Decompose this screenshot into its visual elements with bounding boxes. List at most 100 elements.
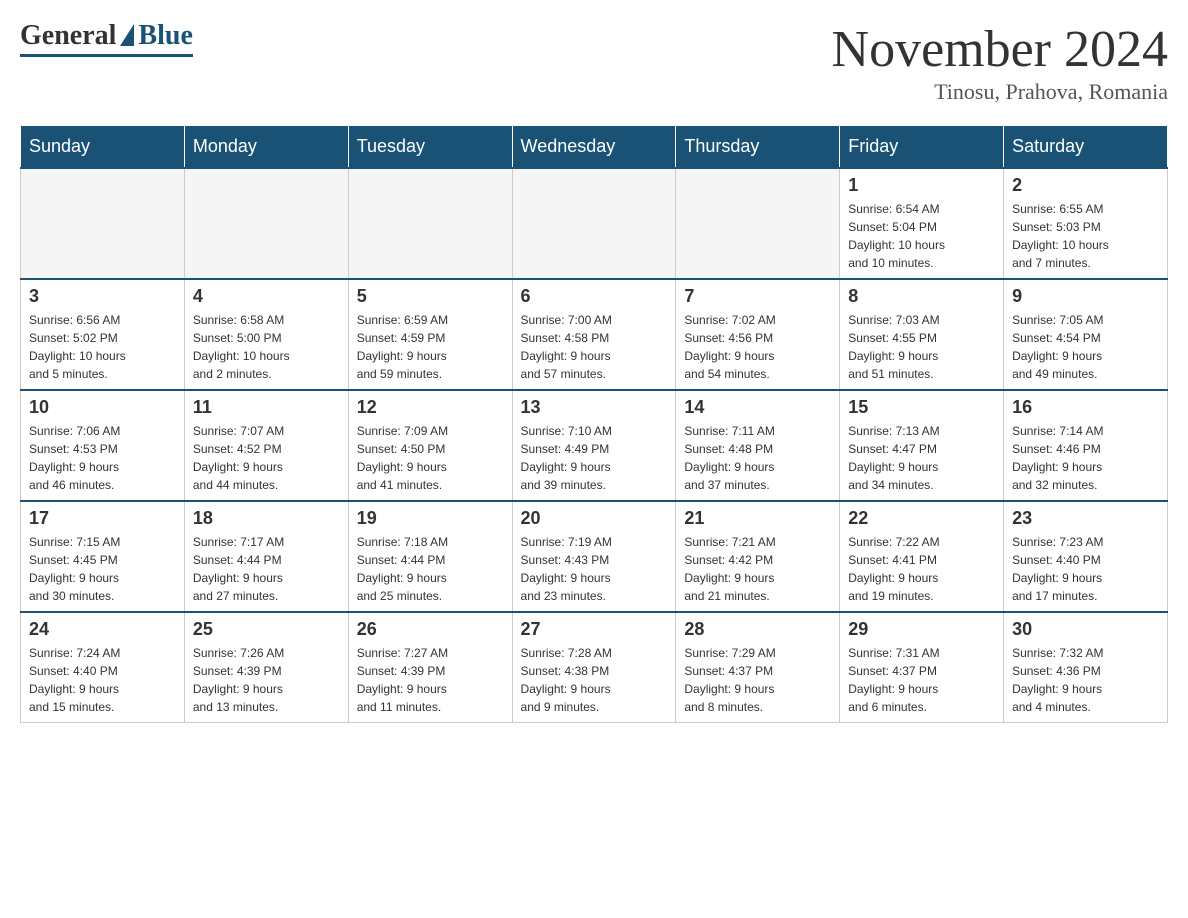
calendar-day-cell: 30 Sunrise: 7:32 AMSunset: 4:36 PMDayligh… bbox=[1004, 612, 1168, 723]
day-number: 1 bbox=[848, 175, 995, 196]
calendar-week-row: 10 Sunrise: 7:06 AMSunset: 4:53 PMDayligh… bbox=[21, 390, 1168, 501]
calendar-day-cell: 11 Sunrise: 7:07 AMSunset: 4:52 PMDayligh… bbox=[184, 390, 348, 501]
day-info: Sunrise: 6:56 AMSunset: 5:02 PMDaylight:… bbox=[29, 311, 176, 383]
day-number: 30 bbox=[1012, 619, 1159, 640]
day-info: Sunrise: 7:13 AMSunset: 4:47 PMDaylight:… bbox=[848, 422, 995, 494]
calendar-day-cell: 28 Sunrise: 7:29 AMSunset: 4:37 PMDayligh… bbox=[676, 612, 840, 723]
calendar-day-cell: 20Sunrise: 7:19 AMSunset: 4:43 PMDayligh… bbox=[512, 501, 676, 612]
day-number: 13 bbox=[521, 397, 668, 418]
calendar-day-cell: 16Sunrise: 7:14 AMSunset: 4:46 PMDayligh… bbox=[1004, 390, 1168, 501]
calendar-day-cell: 6 Sunrise: 7:00 AMSunset: 4:58 PMDaylight… bbox=[512, 279, 676, 390]
day-number: 11 bbox=[193, 397, 340, 418]
day-info: Sunrise: 6:58 AMSunset: 5:00 PMDaylight:… bbox=[193, 311, 340, 383]
day-info: Sunrise: 7:19 AMSunset: 4:43 PMDaylight:… bbox=[521, 533, 668, 605]
calendar-day-cell bbox=[676, 168, 840, 279]
calendar-day-cell: 4 Sunrise: 6:58 AMSunset: 5:00 PMDaylight… bbox=[184, 279, 348, 390]
day-info: Sunrise: 7:24 AMSunset: 4:40 PMDaylight:… bbox=[29, 644, 176, 716]
day-number: 9 bbox=[1012, 286, 1159, 307]
day-info: Sunrise: 7:06 AMSunset: 4:53 PMDaylight:… bbox=[29, 422, 176, 494]
day-number: 8 bbox=[848, 286, 995, 307]
day-number: 5 bbox=[357, 286, 504, 307]
calendar-day-cell: 1 Sunrise: 6:54 AMSunset: 5:04 PMDaylight… bbox=[840, 168, 1004, 279]
day-number: 25 bbox=[193, 619, 340, 640]
day-info: Sunrise: 7:29 AMSunset: 4:37 PMDaylight:… bbox=[684, 644, 831, 716]
calendar-day-cell: 8 Sunrise: 7:03 AMSunset: 4:55 PMDaylight… bbox=[840, 279, 1004, 390]
day-of-week-header: Sunday bbox=[21, 126, 185, 169]
day-info: Sunrise: 7:26 AMSunset: 4:39 PMDaylight:… bbox=[193, 644, 340, 716]
calendar-day-cell: 19Sunrise: 7:18 AMSunset: 4:44 PMDayligh… bbox=[348, 501, 512, 612]
day-info: Sunrise: 7:32 AMSunset: 4:36 PMDaylight:… bbox=[1012, 644, 1159, 716]
day-number: 26 bbox=[357, 619, 504, 640]
day-number: 29 bbox=[848, 619, 995, 640]
calendar-day-cell: 29 Sunrise: 7:31 AMSunset: 4:37 PMDayligh… bbox=[840, 612, 1004, 723]
day-info: Sunrise: 7:27 AMSunset: 4:39 PMDaylight:… bbox=[357, 644, 504, 716]
day-number: 23 bbox=[1012, 508, 1159, 529]
day-of-week-header: Friday bbox=[840, 126, 1004, 169]
calendar-day-cell: 3 Sunrise: 6:56 AMSunset: 5:02 PMDaylight… bbox=[21, 279, 185, 390]
day-info: Sunrise: 7:02 AMSunset: 4:56 PMDaylight:… bbox=[684, 311, 831, 383]
calendar-week-row: 24Sunrise: 7:24 AMSunset: 4:40 PMDayligh… bbox=[21, 612, 1168, 723]
day-info: Sunrise: 7:10 AMSunset: 4:49 PMDaylight:… bbox=[521, 422, 668, 494]
logo-general-text: General bbox=[20, 20, 116, 52]
calendar-day-cell: 23 Sunrise: 7:23 AMSunset: 4:40 PMDayligh… bbox=[1004, 501, 1168, 612]
day-info: Sunrise: 7:31 AMSunset: 4:37 PMDaylight:… bbox=[848, 644, 995, 716]
day-info: Sunrise: 7:28 AMSunset: 4:38 PMDaylight:… bbox=[521, 644, 668, 716]
calendar-week-row: 17Sunrise: 7:15 AMSunset: 4:45 PMDayligh… bbox=[21, 501, 1168, 612]
day-info: Sunrise: 7:07 AMSunset: 4:52 PMDaylight:… bbox=[193, 422, 340, 494]
day-info: Sunrise: 6:54 AMSunset: 5:04 PMDaylight:… bbox=[848, 200, 995, 272]
calendar-day-cell bbox=[348, 168, 512, 279]
day-number: 12 bbox=[357, 397, 504, 418]
day-of-week-header: Wednesday bbox=[512, 126, 676, 169]
day-number: 14 bbox=[684, 397, 831, 418]
calendar-week-row: 3 Sunrise: 6:56 AMSunset: 5:02 PMDaylight… bbox=[21, 279, 1168, 390]
day-info: Sunrise: 6:55 AMSunset: 5:03 PMDaylight:… bbox=[1012, 200, 1159, 272]
calendar-day-cell: 12 Sunrise: 7:09 AMSunset: 4:50 PMDayligh… bbox=[348, 390, 512, 501]
logo-underline bbox=[20, 54, 193, 57]
calendar-day-cell bbox=[184, 168, 348, 279]
calendar-header-row: SundayMondayTuesdayWednesdayThursdayFrid… bbox=[21, 126, 1168, 169]
calendar-day-cell: 22Sunrise: 7:22 AMSunset: 4:41 PMDayligh… bbox=[840, 501, 1004, 612]
day-info: Sunrise: 7:00 AMSunset: 4:58 PMDaylight:… bbox=[521, 311, 668, 383]
calendar-day-cell: 24Sunrise: 7:24 AMSunset: 4:40 PMDayligh… bbox=[21, 612, 185, 723]
day-number: 4 bbox=[193, 286, 340, 307]
day-number: 28 bbox=[684, 619, 831, 640]
calendar-day-cell: 5 Sunrise: 6:59 AMSunset: 4:59 PMDaylight… bbox=[348, 279, 512, 390]
calendar-day-cell: 26 Sunrise: 7:27 AMSunset: 4:39 PMDayligh… bbox=[348, 612, 512, 723]
day-number: 6 bbox=[521, 286, 668, 307]
day-info: Sunrise: 7:17 AMSunset: 4:44 PMDaylight:… bbox=[193, 533, 340, 605]
logo: General Blue bbox=[20, 20, 193, 57]
calendar-day-cell bbox=[21, 168, 185, 279]
day-info: Sunrise: 7:09 AMSunset: 4:50 PMDaylight:… bbox=[357, 422, 504, 494]
title-section: November 2024 Tinosu, Prahova, Romania bbox=[832, 20, 1168, 105]
day-number: 19 bbox=[357, 508, 504, 529]
day-info: Sunrise: 7:21 AMSunset: 4:42 PMDaylight:… bbox=[684, 533, 831, 605]
calendar-day-cell: 18Sunrise: 7:17 AMSunset: 4:44 PMDayligh… bbox=[184, 501, 348, 612]
day-number: 3 bbox=[29, 286, 176, 307]
calendar-day-cell: 2 Sunrise: 6:55 AMSunset: 5:03 PMDaylight… bbox=[1004, 168, 1168, 279]
day-info: Sunrise: 7:23 AMSunset: 4:40 PMDaylight:… bbox=[1012, 533, 1159, 605]
day-info: Sunrise: 7:05 AMSunset: 4:54 PMDaylight:… bbox=[1012, 311, 1159, 383]
logo-triangle-icon bbox=[120, 24, 134, 46]
day-info: Sunrise: 6:59 AMSunset: 4:59 PMDaylight:… bbox=[357, 311, 504, 383]
calendar-day-cell: 10 Sunrise: 7:06 AMSunset: 4:53 PMDayligh… bbox=[21, 390, 185, 501]
calendar-day-cell: 9 Sunrise: 7:05 AMSunset: 4:54 PMDaylight… bbox=[1004, 279, 1168, 390]
day-number: 17 bbox=[29, 508, 176, 529]
calendar-day-cell: 25 Sunrise: 7:26 AMSunset: 4:39 PMDayligh… bbox=[184, 612, 348, 723]
day-number: 7 bbox=[684, 286, 831, 307]
calendar-day-cell: 17Sunrise: 7:15 AMSunset: 4:45 PMDayligh… bbox=[21, 501, 185, 612]
calendar-day-cell bbox=[512, 168, 676, 279]
logo-blue-text: Blue bbox=[138, 20, 192, 52]
calendar-week-row: 1 Sunrise: 6:54 AMSunset: 5:04 PMDaylight… bbox=[21, 168, 1168, 279]
day-number: 10 bbox=[29, 397, 176, 418]
calendar-day-cell: 15Sunrise: 7:13 AMSunset: 4:47 PMDayligh… bbox=[840, 390, 1004, 501]
calendar-day-cell: 21 Sunrise: 7:21 AMSunset: 4:42 PMDayligh… bbox=[676, 501, 840, 612]
calendar-day-cell: 14Sunrise: 7:11 AMSunset: 4:48 PMDayligh… bbox=[676, 390, 840, 501]
day-info: Sunrise: 7:22 AMSunset: 4:41 PMDaylight:… bbox=[848, 533, 995, 605]
calendar-day-cell: 7 Sunrise: 7:02 AMSunset: 4:56 PMDaylight… bbox=[676, 279, 840, 390]
day-of-week-header: Monday bbox=[184, 126, 348, 169]
day-number: 2 bbox=[1012, 175, 1159, 196]
day-of-week-header: Tuesday bbox=[348, 126, 512, 169]
day-info: Sunrise: 7:03 AMSunset: 4:55 PMDaylight:… bbox=[848, 311, 995, 383]
day-info: Sunrise: 7:14 AMSunset: 4:46 PMDaylight:… bbox=[1012, 422, 1159, 494]
day-number: 21 bbox=[684, 508, 831, 529]
